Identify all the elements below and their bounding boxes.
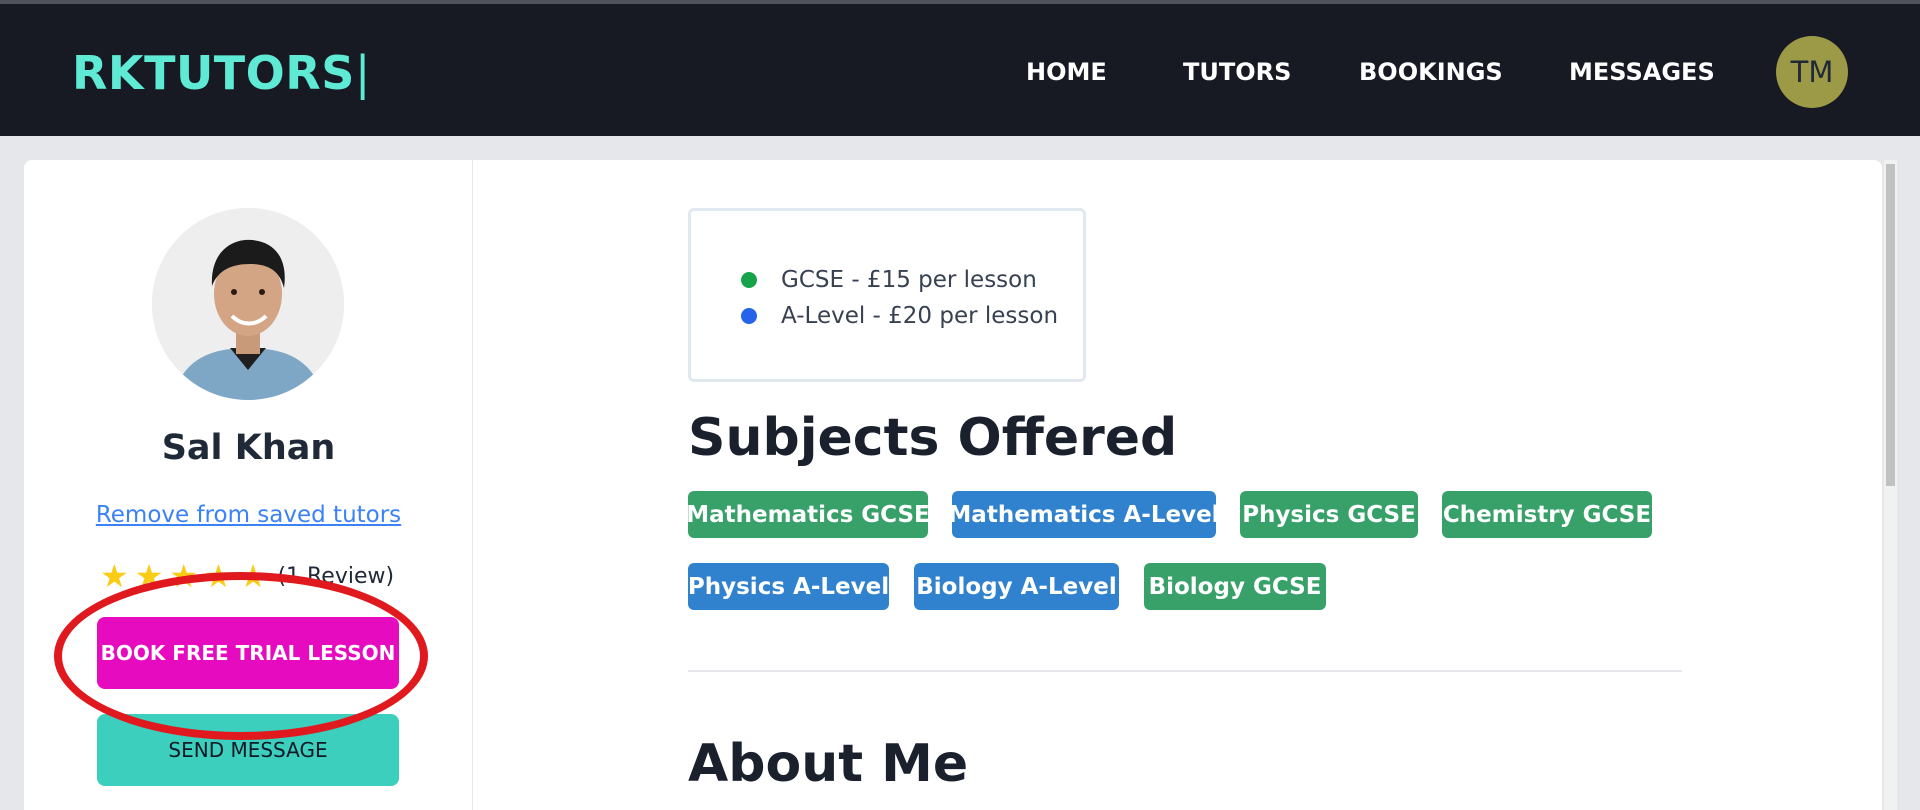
pricing-box: GCSE - £15 per lesson A-Level - £20 per … bbox=[688, 208, 1086, 382]
price-item-alevel: A-Level - £20 per lesson bbox=[741, 303, 1058, 329]
tutor-photo bbox=[152, 208, 344, 400]
about-title: About Me bbox=[688, 734, 969, 794]
rating: ★ ★ ★ ★ ★ (1 Review) bbox=[100, 560, 394, 592]
remove-saved-tutor-link[interactable]: Remove from saved tutors bbox=[24, 502, 473, 528]
user-avatar[interactable]: TM bbox=[1776, 36, 1848, 108]
price-label: GCSE - £15 per lesson bbox=[781, 267, 1037, 293]
star-icon: ★ bbox=[238, 557, 268, 595]
section-divider bbox=[688, 670, 1682, 672]
review-count[interactable]: (1 Review) bbox=[277, 564, 394, 589]
send-message-button[interactable]: SEND MESSAGE bbox=[97, 714, 399, 786]
subject-tag[interactable]: Chemistry GCSE bbox=[1442, 491, 1652, 538]
brand-cursor: | bbox=[354, 46, 371, 100]
subject-tag[interactable]: Biology A-Level bbox=[914, 563, 1119, 610]
brand-text: RKTUTORS bbox=[72, 46, 355, 100]
price-item-gcse: GCSE - £15 per lesson bbox=[741, 267, 1037, 293]
star-icon: ★ bbox=[204, 557, 233, 595]
nav-bookings[interactable]: BOOKINGS bbox=[1359, 58, 1503, 86]
price-label: A-Level - £20 per lesson bbox=[781, 303, 1059, 329]
subject-tag[interactable]: Mathematics A-Level bbox=[948, 491, 1220, 538]
green-dot-icon bbox=[741, 272, 757, 288]
nav-home[interactable]: HOME bbox=[1026, 58, 1107, 86]
subject-tag[interactable]: Mathematics GCSE bbox=[686, 491, 930, 538]
brand-logo[interactable]: RKTUTORS| bbox=[72, 46, 371, 100]
subject-tag[interactable]: Biology GCSE bbox=[1144, 563, 1326, 610]
star-icon: ★ bbox=[169, 557, 199, 595]
nav-messages[interactable]: MESSAGES bbox=[1569, 58, 1715, 86]
subject-tag[interactable]: Physics A-Level bbox=[688, 563, 889, 610]
top-navbar: RKTUTORS| HOME TUTORS BOOKINGS MESSAGES … bbox=[0, 4, 1920, 136]
subject-tag[interactable]: Physics GCSE bbox=[1240, 491, 1418, 538]
nav-tutors[interactable]: TUTORS bbox=[1183, 58, 1291, 86]
subjects-title: Subjects Offered bbox=[688, 408, 1178, 468]
star-icon: ★ bbox=[100, 557, 129, 595]
tutor-name: Sal Khan bbox=[161, 428, 336, 468]
blue-dot-icon bbox=[741, 308, 757, 324]
book-free-trial-button[interactable]: BOOK FREE TRIAL LESSON bbox=[97, 617, 399, 689]
star-icon: ★ bbox=[134, 557, 164, 595]
scrollbar-thumb[interactable] bbox=[1886, 164, 1895, 486]
